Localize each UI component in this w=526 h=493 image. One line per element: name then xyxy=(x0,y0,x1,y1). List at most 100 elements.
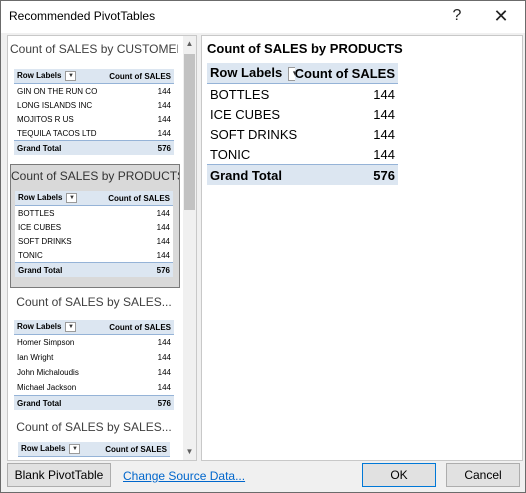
count-header: Count of SALES xyxy=(108,193,170,203)
row-label: SOFT DRINKS xyxy=(18,236,72,246)
preview-pivot-table: Row Labels▼ Count of SALES BOTTLES 144 IC… xyxy=(207,63,398,185)
table-row: Ian Wright 144 xyxy=(14,350,174,365)
total-label: Grand Total xyxy=(17,398,62,408)
mini-pivot-table: Row Labels ▼ Count of SALES BOTTLES 144 IC… xyxy=(15,191,173,277)
mini-pivot-header: Row Labels ▼ Count of SALES xyxy=(14,69,174,84)
table-row: SOFT DRINKS 144 xyxy=(207,124,398,144)
table-row: BOTTLES 144 xyxy=(207,84,398,104)
recommendations-list[interactable]: Count of SALES by CUSTOMER Row Labels ▼ C… xyxy=(7,35,197,461)
count-header: Count of SALES xyxy=(294,65,395,81)
row-label: SOFT DRINKS xyxy=(210,126,298,142)
row-value: 144 xyxy=(373,106,395,122)
table-row: Homer Simpson 144 xyxy=(14,335,174,350)
grand-total-row: Grand Total 576 xyxy=(207,164,398,185)
preview-pivot-header: Row Labels▼ Count of SALES xyxy=(207,63,398,84)
cancel-button[interactable]: Cancel xyxy=(446,463,520,487)
dropdown-arrow-icon: ▼ xyxy=(66,193,78,203)
row-label: ICE CUBES xyxy=(18,222,62,232)
row-label: TONIC xyxy=(210,146,251,162)
row-value: 144 xyxy=(156,236,170,246)
row-labels-header: Row Labels▼ xyxy=(14,71,109,81)
change-source-data-link[interactable]: Change Source Data... xyxy=(123,469,245,483)
table-row: John Michaloudis 144 xyxy=(14,365,174,380)
row-value: 144 xyxy=(156,208,170,218)
preview-pane: Count of SALES by PRODUCTS Row Labels▼ C… xyxy=(201,35,523,461)
row-label: BOTTLES xyxy=(210,86,270,102)
row-labels-header: Row Labels▼ xyxy=(15,193,108,203)
row-label: TEQUILA TACOS LTD xyxy=(17,128,97,138)
row-value: 144 xyxy=(157,100,171,110)
dropdown-arrow-icon: ▼ xyxy=(69,444,81,454)
mini-pivot-header: Row Labels ▼ Count of SALES xyxy=(15,191,173,206)
grand-total-row: Grand Total 576 xyxy=(14,395,174,410)
table-row: MOJITOS R US 144 xyxy=(14,112,174,126)
row-label: MOJITOS R US xyxy=(17,114,74,124)
total-value: 576 xyxy=(156,265,170,275)
row-value: 144 xyxy=(373,86,395,102)
blank-pivottable-button[interactable]: Blank PivotTable xyxy=(7,463,111,487)
row-label: GIN ON THE RUN CO xyxy=(17,86,98,96)
close-button[interactable]: ✕ xyxy=(490,6,512,26)
scroll-thumb[interactable] xyxy=(184,54,195,210)
table-row: LONG ISLANDS INC 144 xyxy=(14,98,174,112)
row-label: BOTTLES xyxy=(18,208,55,218)
recommendation-card-salesperson[interactable]: Count of SALES by SALES... Row Labels ▼ C… xyxy=(10,292,178,410)
total-label: Grand Total xyxy=(18,265,63,275)
mini-pivot-header: Row Labels ▼ Count of SALES xyxy=(18,442,170,457)
row-value: 144 xyxy=(157,368,171,377)
table-row: ICE CUBES 144 xyxy=(207,104,398,124)
ok-button[interactable]: OK xyxy=(362,463,436,487)
row-labels-header: Row Labels▼ xyxy=(14,322,109,332)
table-row: Michael Jackson 144 xyxy=(14,380,174,395)
row-value: 144 xyxy=(373,126,395,142)
count-header: Count of SALES xyxy=(109,322,171,332)
total-value: 576 xyxy=(373,167,395,183)
card-title: Count of SALES by CUSTOMER xyxy=(10,42,178,56)
recommendation-card-customer[interactable]: Count of SALES by CUSTOMER Row Labels ▼ C… xyxy=(10,38,178,160)
recommended-pivottables-dialog: Recommended PivotTables ? ✕ Count of SAL… xyxy=(0,0,526,493)
table-row: TONIC 144 xyxy=(207,144,398,164)
help-button[interactable]: ? xyxy=(446,6,468,26)
row-label: John Michaloudis xyxy=(17,368,79,377)
row-value: 144 xyxy=(156,222,170,232)
table-row: TONIC 144 xyxy=(15,248,173,262)
recommendation-card-products[interactable]: Count of SALES by PRODUCTS Row Labels ▼ C… xyxy=(10,164,180,288)
card-title: Count of SALES by SALES... xyxy=(16,295,172,309)
total-label: Grand Total xyxy=(210,167,282,183)
title-bar: Recommended PivotTables ? ✕ xyxy=(1,1,525,33)
row-label: Ian Wright xyxy=(17,353,54,362)
mini-pivot-table: Row Labels ▼ Count of SALES Homer Simpson… xyxy=(14,320,174,410)
card-title: Count of SALES by PRODUCTS xyxy=(11,169,179,183)
total-value: 576 xyxy=(157,143,171,153)
preview-title: Count of SALES by PRODUCTS xyxy=(207,41,403,56)
dialog-title: Recommended PivotTables xyxy=(9,9,156,23)
row-label: Michael Jackson xyxy=(17,383,77,392)
row-labels-header: Row Labels▼ xyxy=(207,65,295,81)
table-row: ICE CUBES 144 xyxy=(15,220,173,234)
mini-pivot-table: Row Labels ▼ Count of SALES GIN ON THE RU… xyxy=(14,69,174,155)
row-label: TONIC xyxy=(18,250,43,260)
grand-total-row: Grand Total 576 xyxy=(15,262,173,277)
grand-total-row: Grand Total 576 xyxy=(14,140,174,155)
table-row: GIN ON THE RUN CO 144 xyxy=(14,84,174,98)
total-value: 576 xyxy=(157,398,171,408)
scroll-down-arrow-icon[interactable]: ▼ xyxy=(183,444,196,460)
mini-pivot-table: Row Labels ▼ Count of SALES xyxy=(18,442,170,457)
table-row: SOFT DRINKS 144 xyxy=(15,234,173,248)
scroll-up-arrow-icon[interactable]: ▲ xyxy=(183,36,196,52)
table-row: TEQUILA TACOS LTD 144 xyxy=(14,126,174,140)
row-value: 144 xyxy=(373,146,395,162)
row-labels-header: Row Labels▼ xyxy=(18,444,105,454)
row-value: 144 xyxy=(157,353,171,362)
dropdown-arrow-icon: ▼ xyxy=(65,322,77,332)
row-value: 144 xyxy=(157,114,171,124)
count-header: Count of SALES xyxy=(105,444,167,454)
recommendation-card-sales-2[interactable]: Count of SALES by SALES... Row Labels ▼ C… xyxy=(10,416,178,460)
vertical-scrollbar[interactable]: ▲ ▼ xyxy=(183,36,196,460)
count-header: Count of SALES xyxy=(109,71,171,81)
dropdown-arrow-icon: ▼ xyxy=(65,71,77,81)
table-row: BOTTLES 144 xyxy=(15,206,173,220)
row-value: 144 xyxy=(157,383,171,392)
row-label: ICE CUBES xyxy=(210,106,281,122)
row-label: LONG ISLANDS INC xyxy=(17,100,93,110)
